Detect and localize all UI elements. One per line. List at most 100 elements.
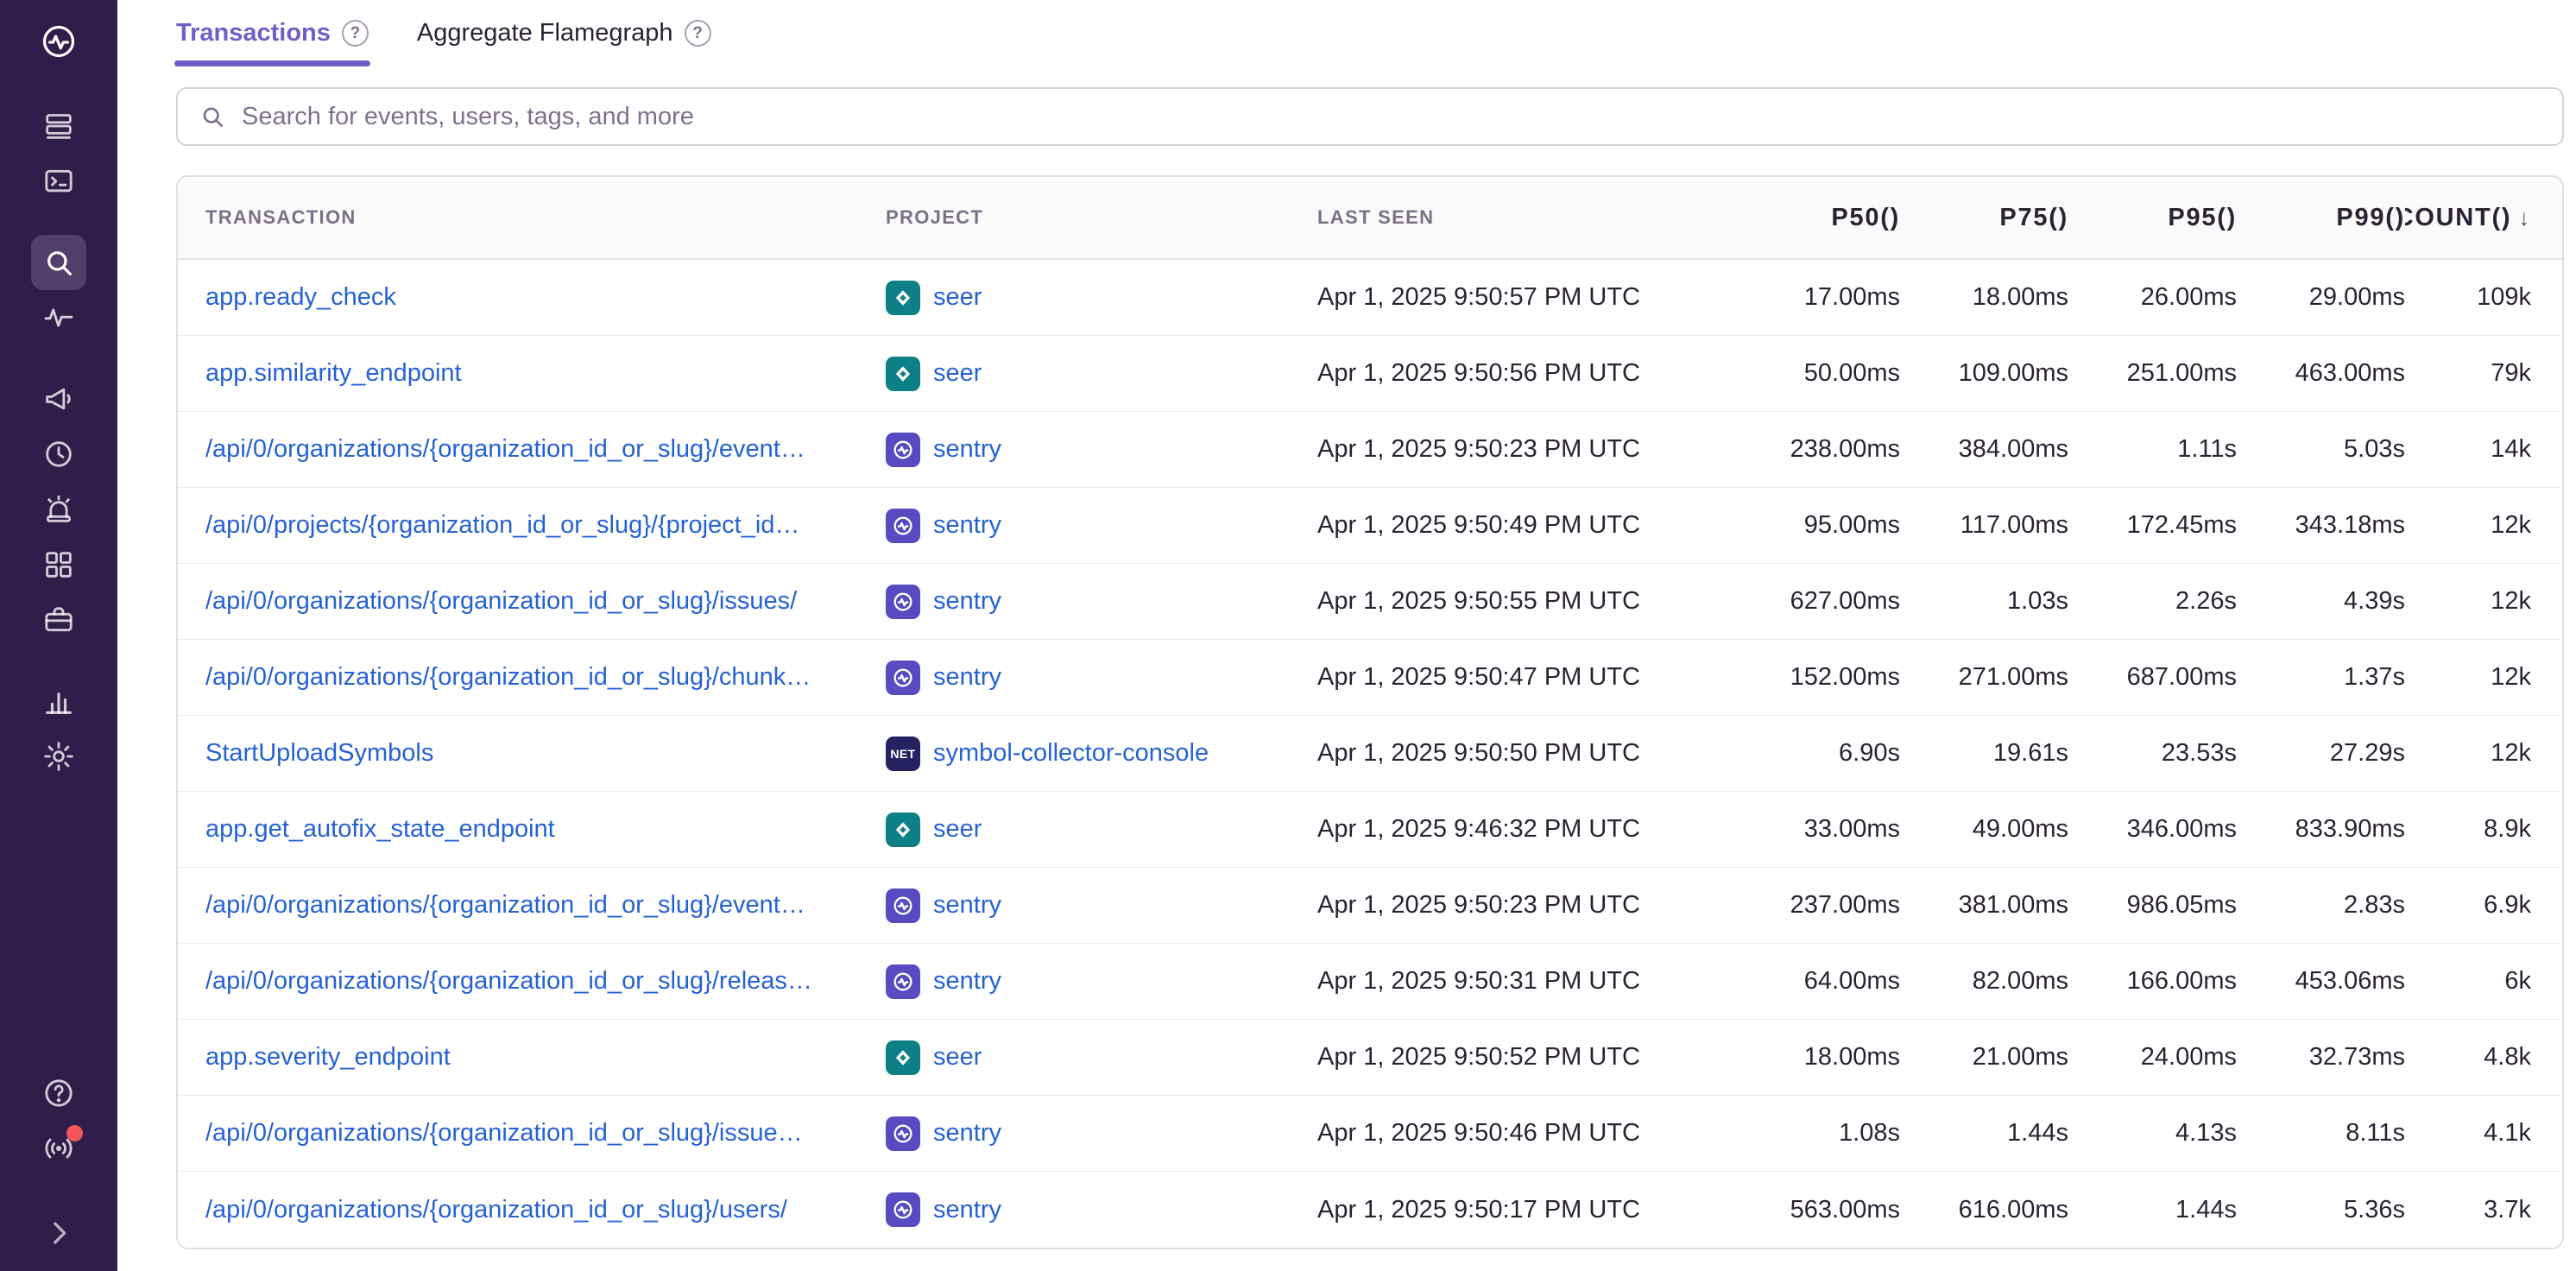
project-link[interactable]: sentry <box>933 511 1001 540</box>
project-cell: sentry <box>886 433 1317 467</box>
project-link[interactable]: sentry <box>933 663 1001 692</box>
p95-cell: 23.53s <box>2068 739 2237 768</box>
tab-aggregate-flamegraph[interactable]: Aggregate Flamegraph ? <box>417 19 711 66</box>
column-header-p75[interactable]: P75() <box>1900 204 2068 232</box>
table-row: StartUploadSymbols NETsymbol-collector-co… <box>178 716 2562 792</box>
tab-transactions[interactable]: Transactions ? <box>176 19 369 66</box>
p75-cell: 381.00ms <box>1900 891 2068 920</box>
project-cell: sentry <box>886 585 1317 619</box>
sidebar <box>0 0 117 1271</box>
last-seen-cell: Apr 1, 2025 9:50:57 PM UTC <box>1317 283 1732 312</box>
count-cell: 8.9k <box>2405 815 2562 844</box>
transactions-help-icon[interactable]: ? <box>342 20 369 47</box>
p95-cell: 986.05ms <box>2068 891 2237 920</box>
transaction-cell: /api/0/organizations/{organization_id_or… <box>178 1119 886 1148</box>
table-body: app.ready_checkseerApr 1, 2025 9:50:57 P… <box>178 260 2562 1248</box>
dashboards-icon[interactable] <box>31 537 86 592</box>
feedback-icon[interactable] <box>31 371 86 427</box>
project-link[interactable]: seer <box>933 1043 982 1072</box>
project-cell: sentry <box>886 888 1317 923</box>
project-link[interactable]: seer <box>933 283 982 312</box>
help-icon[interactable] <box>31 1065 86 1121</box>
sentry-project-icon <box>886 1192 920 1227</box>
last-seen-cell: Apr 1, 2025 9:50:52 PM UTC <box>1317 1043 1732 1072</box>
transaction-link[interactable]: app.similarity_endpoint <box>205 359 462 388</box>
p95-cell: 1.11s <box>2068 435 2237 464</box>
project-link[interactable]: sentry <box>933 891 1001 920</box>
collapse-sidebar-icon[interactable] <box>31 1205 86 1261</box>
sentry-project-icon <box>886 509 920 543</box>
p99-cell: 8.11s <box>2237 1119 2405 1148</box>
last-seen-cell: Apr 1, 2025 9:50:46 PM UTC <box>1317 1119 1732 1148</box>
alerts-icon[interactable] <box>31 482 86 537</box>
sort-desc-icon: ↓ <box>2518 205 2531 231</box>
transaction-link[interactable]: /api/0/projects/{organization_id_or_slug… <box>205 511 799 540</box>
last-seen-cell: Apr 1, 2025 9:50:23 PM UTC <box>1317 891 1732 920</box>
aggregate-flamegraph-help-icon[interactable]: ? <box>685 20 711 47</box>
p50-cell: 18.00ms <box>1732 1043 1900 1072</box>
column-header-project[interactable]: PROJECT <box>886 206 1317 229</box>
replays-icon[interactable] <box>31 427 86 482</box>
transaction-link[interactable]: app.severity_endpoint <box>205 1043 451 1072</box>
transaction-link[interactable]: StartUploadSymbols <box>205 739 433 768</box>
column-header-p99[interactable]: P99() <box>2237 204 2405 232</box>
sentry-logo-icon[interactable] <box>31 14 86 69</box>
project-cell: NETsymbol-collector-console <box>886 737 1317 771</box>
transaction-link[interactable]: /api/0/organizations/{organization_id_or… <box>205 891 805 920</box>
project-link[interactable]: sentry <box>933 1119 1001 1148</box>
project-link[interactable]: symbol-collector-console <box>933 739 1209 768</box>
sentry-project-icon <box>886 964 920 999</box>
p99-cell: 833.90ms <box>2237 815 2405 844</box>
issues-icon[interactable] <box>31 98 86 154</box>
search-input[interactable] <box>242 103 2541 131</box>
insights-icon[interactable] <box>31 592 86 648</box>
p50-cell: 50.00ms <box>1732 359 1900 388</box>
p50-cell: 95.00ms <box>1732 511 1900 540</box>
p75-cell: 1.44s <box>1900 1119 2068 1148</box>
count-cell: 4.8k <box>2405 1043 2562 1072</box>
p95-cell: 4.13s <box>2068 1119 2237 1148</box>
column-header-last-seen[interactable]: LAST SEEN <box>1317 206 1732 229</box>
sentry-project-icon <box>886 1116 920 1151</box>
project-link[interactable]: seer <box>933 815 982 844</box>
whats-new-icon[interactable] <box>31 1121 86 1176</box>
column-header-p50[interactable]: P50() <box>1732 204 1900 232</box>
p99-cell: 5.36s <box>2237 1196 2405 1224</box>
project-link[interactable]: sentry <box>933 587 1001 616</box>
transaction-link[interactable]: app.ready_check <box>205 283 396 312</box>
column-header-count[interactable]: COUNT() ↓ <box>2405 204 2562 232</box>
transaction-cell: app.ready_check <box>178 283 886 312</box>
last-seen-cell: Apr 1, 2025 9:50:17 PM UTC <box>1317 1196 1732 1224</box>
transaction-link[interactable]: /api/0/organizations/{organization_id_or… <box>205 587 797 616</box>
last-seen-cell: Apr 1, 2025 9:50:50 PM UTC <box>1317 739 1732 768</box>
explore-icon[interactable] <box>31 154 86 209</box>
search-icon[interactable] <box>31 235 86 290</box>
column-header-transaction[interactable]: TRANSACTION <box>178 206 886 229</box>
project-link[interactable]: sentry <box>933 1196 1001 1224</box>
search-bar[interactable] <box>176 87 2564 146</box>
column-header-p95[interactable]: P95() <box>2068 204 2237 232</box>
transaction-link[interactable]: app.get_autofix_state_endpoint <box>205 815 555 844</box>
transaction-link[interactable]: /api/0/organizations/{organization_id_or… <box>205 663 811 692</box>
sentry-project-icon <box>886 661 920 695</box>
count-cell: 6k <box>2405 967 2562 996</box>
project-cell: sentry <box>886 509 1317 543</box>
tab-aggregate-flamegraph-label: Aggregate Flamegraph <box>417 19 673 47</box>
tab-bar: Transactions ? Aggregate Flamegraph ? <box>176 19 2564 66</box>
transaction-cell: /api/0/organizations/{organization_id_or… <box>178 587 886 616</box>
table-header: TRANSACTION PROJECT LAST SEEN P50() P75(… <box>178 177 2562 260</box>
transaction-cell: /api/0/organizations/{organization_id_or… <box>178 891 886 920</box>
settings-icon[interactable] <box>31 729 86 784</box>
project-link[interactable]: sentry <box>933 967 1001 996</box>
project-link[interactable]: seer <box>933 359 982 388</box>
project-link[interactable]: sentry <box>933 435 1001 464</box>
transaction-link[interactable]: /api/0/organizations/{organization_id_or… <box>205 1119 803 1148</box>
stats-icon[interactable] <box>31 673 86 729</box>
transaction-link[interactable]: /api/0/organizations/{organization_id_or… <box>205 967 812 996</box>
transaction-link[interactable]: /api/0/organizations/{organization_id_or… <box>205 435 805 464</box>
table-row: /api/0/organizations/{organization_id_or… <box>178 564 2562 640</box>
traces-icon[interactable] <box>31 290 86 345</box>
transaction-link[interactable]: /api/0/organizations/{organization_id_or… <box>205 1196 787 1224</box>
p50-cell: 17.00ms <box>1732 283 1900 312</box>
project-cell: sentry <box>886 964 1317 999</box>
